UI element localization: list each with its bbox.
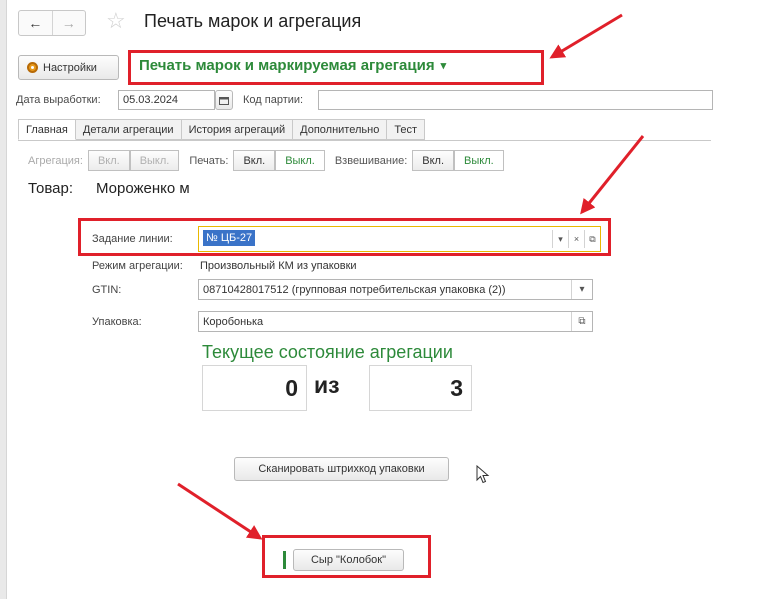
red-arrow-annotation [580,135,645,215]
red-arrow-annotation [177,482,263,540]
red-arrow-annotation [549,13,623,59]
annotations-layer [177,13,645,540]
